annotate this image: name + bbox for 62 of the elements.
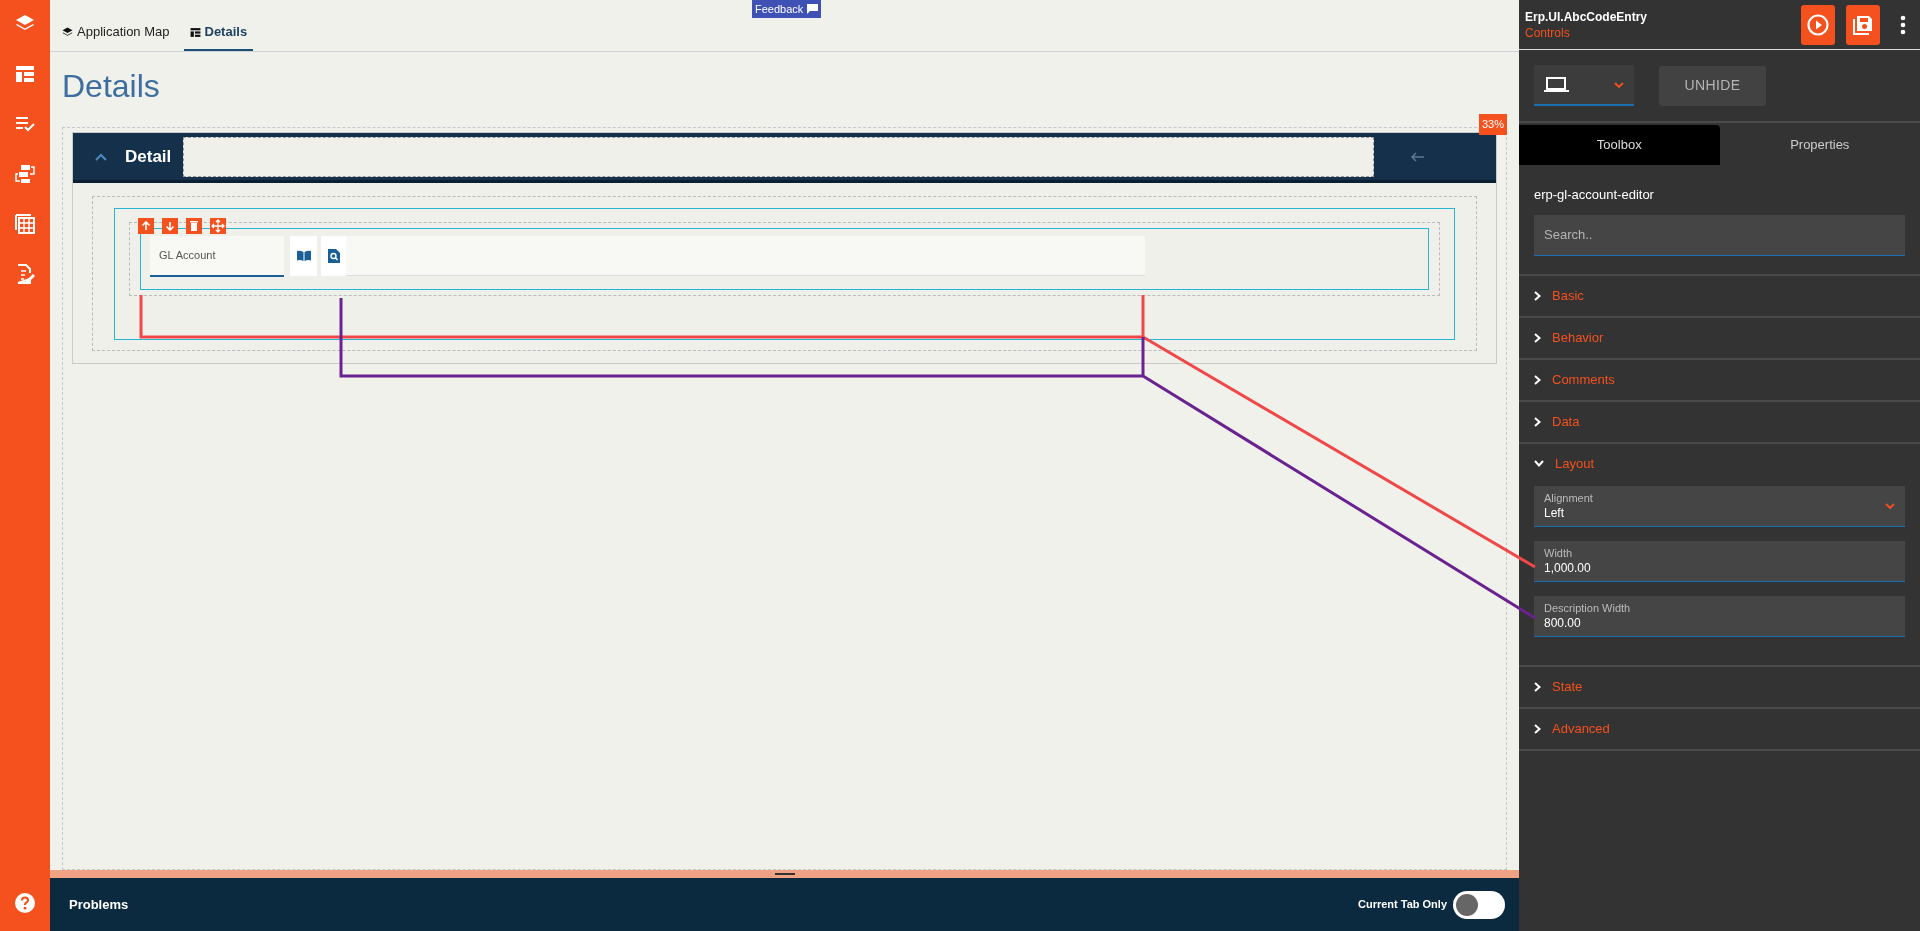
zoom-badge: 33% [1478,114,1507,135]
unhide-button[interactable]: UNHIDE [1659,65,1766,106]
page-title: Details [62,67,160,106]
flow-icon[interactable] [15,164,35,184]
more-icon[interactable] [1900,14,1906,35]
toggle-label: Current Tab Only [1357,897,1447,913]
chevron-right-icon [1534,416,1541,427]
component-name: erp-gl-account-editor [1534,186,1654,204]
save-icon [1852,13,1874,36]
toggle-switch[interactable] [1453,890,1505,919]
section-header[interactable]: Data [1519,401,1920,442]
run-button[interactable] [1801,4,1835,45]
layout-icon [189,26,201,38]
section-header[interactable]: Layout [1519,443,1920,484]
description-field[interactable] [346,236,1145,276]
app-subtitle: Controls [1525,24,1570,41]
page-tab[interactable]: Application Map [62,15,170,51]
laptop-icon [1544,76,1569,93]
search-field[interactable]: Search.. [1534,214,1905,256]
drag-handle-icon[interactable] [210,218,226,234]
chevron-right-icon [1534,332,1541,343]
chevron-right-icon [1534,681,1541,692]
section-header[interactable]: State [1519,666,1920,707]
book-icon [295,250,312,262]
app-title: Erp.UI.AbcCodeEntry [1525,8,1647,25]
chevron-right-icon [1534,290,1541,301]
section-header[interactable]: Comments [1519,359,1920,400]
chevron-right-icon [1534,374,1541,385]
move-up-icon[interactable] [138,218,154,234]
panel-tab[interactable]: Toolbox [1519,125,1720,165]
layers-icon [62,26,73,38]
page-tab[interactable]: Details [183,15,254,51]
section-header[interactable]: Behavior [1519,317,1920,358]
delete-icon[interactable] [186,218,202,234]
chevron-right-icon [1534,723,1541,734]
feedback-button[interactable]: Feedback [752,0,822,18]
comment-icon [807,4,819,14]
section-header[interactable]: Basic [1519,275,1920,316]
search-lookup-button[interactable] [321,236,346,276]
gl-account-field[interactable]: GL Account [150,236,284,277]
caret-icon [1614,81,1624,88]
card-title: Detail [125,145,172,168]
number-field[interactable]: Width 1,000.00 [1534,540,1905,582]
grid-icon[interactable] [15,214,35,234]
chevron-up-icon[interactable] [95,152,107,161]
document-search-icon [327,249,340,263]
move-down-icon[interactable] [162,218,178,234]
section-header[interactable]: Advanced [1519,708,1920,749]
problems-title: Problems [69,895,129,914]
chevron-down-icon [1534,460,1544,467]
device-select[interactable] [1534,65,1634,106]
back-arrow-icon[interactable] [1411,151,1426,162]
caret-icon [1885,502,1895,509]
book-button[interactable] [290,236,317,276]
layout-icon[interactable] [15,64,35,84]
alignment-select[interactable]: Alignment Left [1534,485,1905,527]
play-icon [1807,13,1829,36]
help-icon[interactable] [15,893,35,913]
checklist-icon[interactable] [15,114,35,134]
document-edit-icon[interactable] [15,264,35,284]
save-button[interactable] [1846,4,1880,45]
number-field[interactable]: Description Width 800.00 [1534,595,1905,637]
